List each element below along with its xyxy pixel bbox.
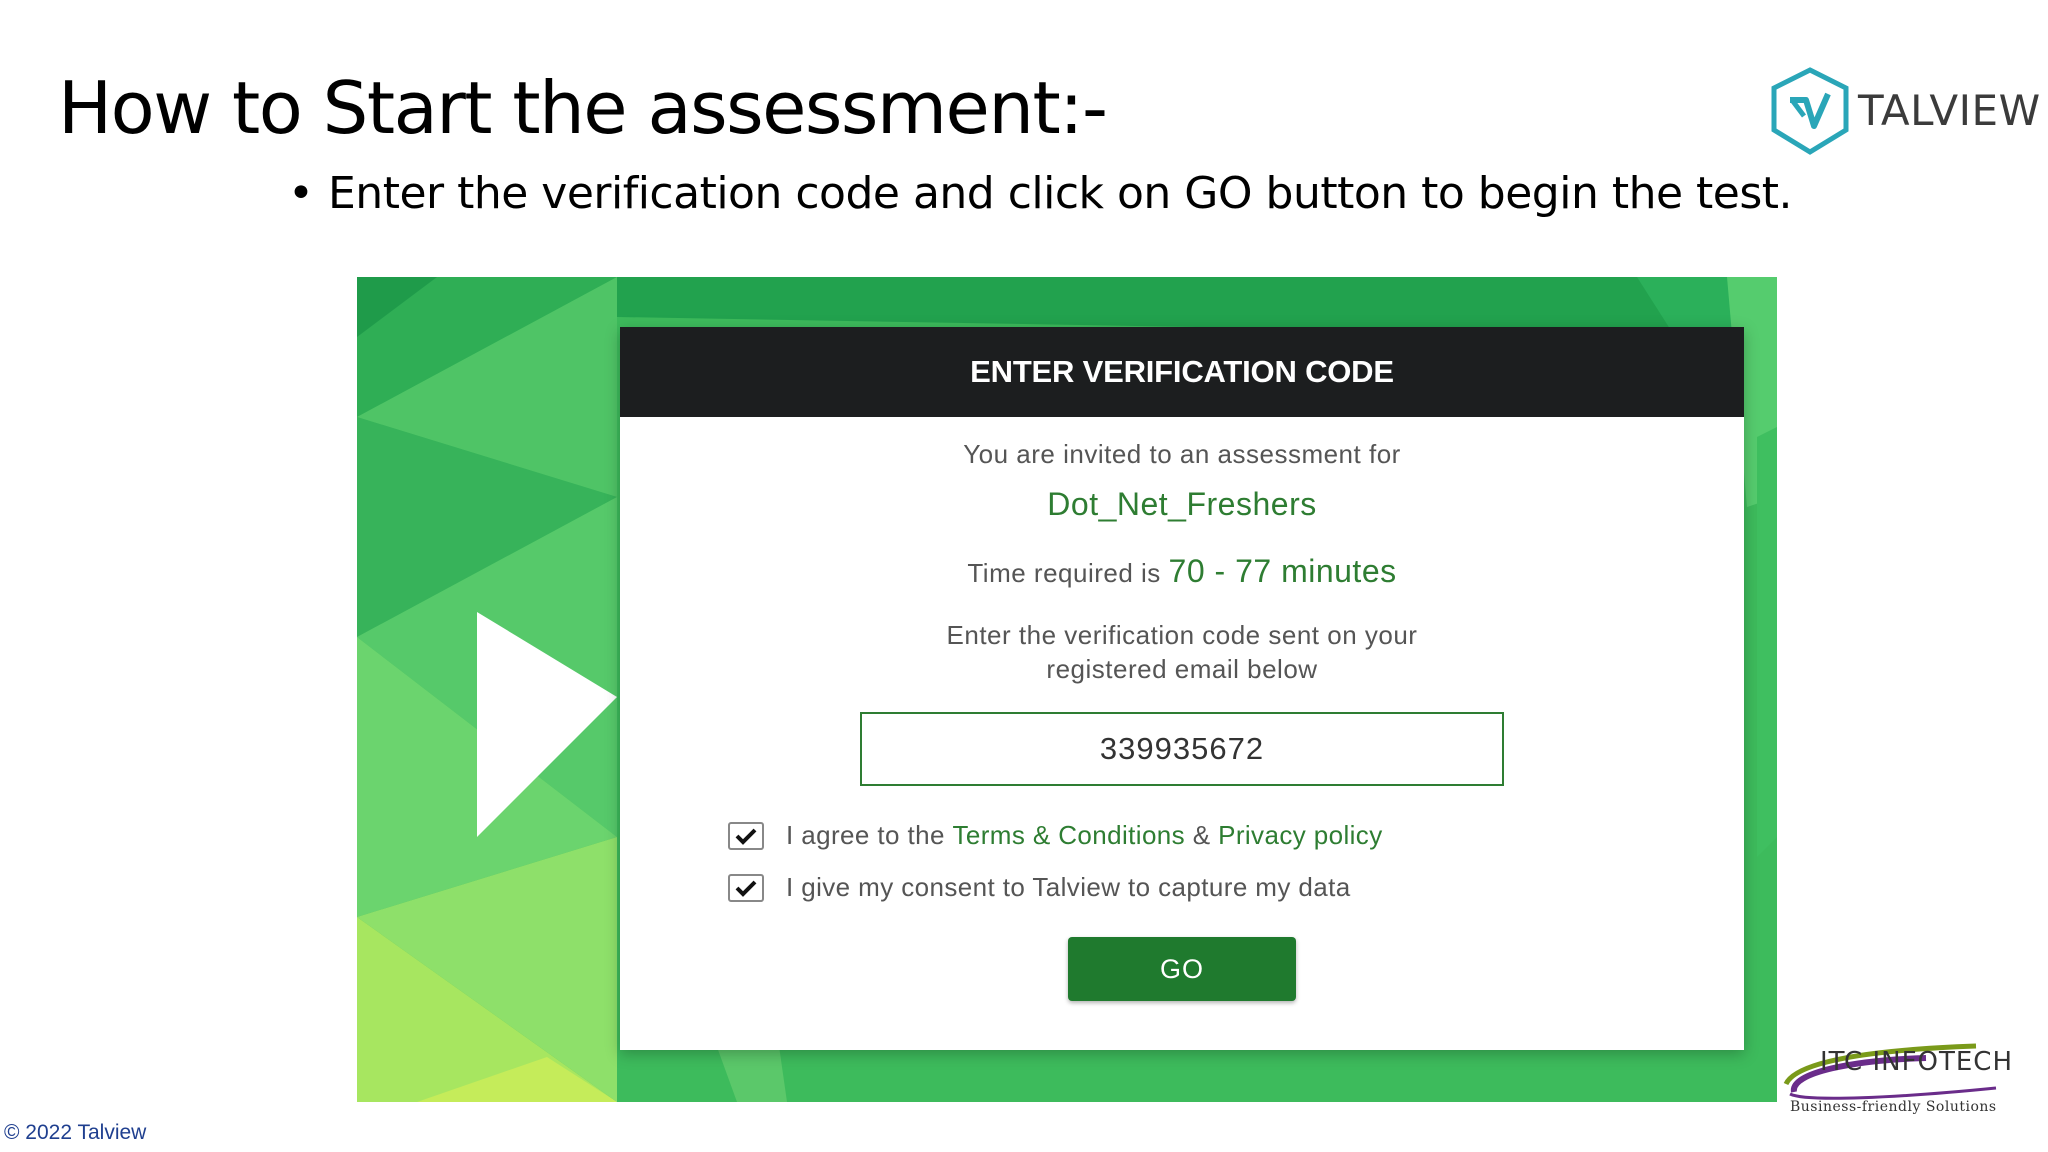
terms-row: I agree to the Terms & Conditions & Priv… [728,820,1383,851]
bullet-marker: • [288,168,314,219]
brand-name: TALVIEW [1858,86,2041,135]
dialog-header: ENTER VERIFICATION CODE [620,327,1744,417]
consent-checkbox[interactable] [728,873,764,902]
consent-row: I give my consent to Talview to capture … [728,872,1351,903]
partner-name: ITC INFOTECH [1820,1047,2013,1077]
time-required: Time required is 70 - 77 minutes [620,553,1744,590]
terms-checkbox[interactable] [728,821,764,850]
bullet-text: Enter the verification code and click on… [328,168,1793,219]
checkmark-icon [735,880,757,897]
consent-label: I give my consent to Talview to capture … [786,872,1351,902]
footer-copyright: © 2022 Talview [4,1121,147,1144]
instruction-bullet: • Enter the verification code and click o… [288,168,1793,219]
terms-prefix: I agree to the [786,820,945,850]
checkmark-icon [735,828,757,845]
assessment-name: Dot_Net_Freshers [1047,486,1317,522]
partner-tagline: Business-friendly Solutions [1790,1099,1997,1115]
verification-dialog: ENTER VERIFICATION CODE You are invited … [620,327,1744,1050]
go-button[interactable]: GO [1068,937,1296,1001]
code-instruction: Enter the verification code sent on your… [620,618,1744,686]
terms-joiner: & [1192,820,1211,850]
instruction-line-2: registered email below [1046,654,1318,684]
slide-title: How to Start the assessment:- [58,66,1108,150]
instruction-line-1: Enter the verification code sent on your [946,620,1418,650]
privacy-policy-link[interactable]: Privacy policy [1218,820,1383,851]
verification-code-input[interactable] [860,712,1504,786]
time-prefix: Time required is [967,558,1161,588]
terms-conditions-link[interactable]: Terms & Conditions [952,820,1185,851]
invite-text: You are invited to an assessment for [963,439,1401,469]
time-value: 70 - 77 minutes [1168,553,1397,589]
dialog-body: You are invited to an assessment for Dot… [620,439,1744,786]
